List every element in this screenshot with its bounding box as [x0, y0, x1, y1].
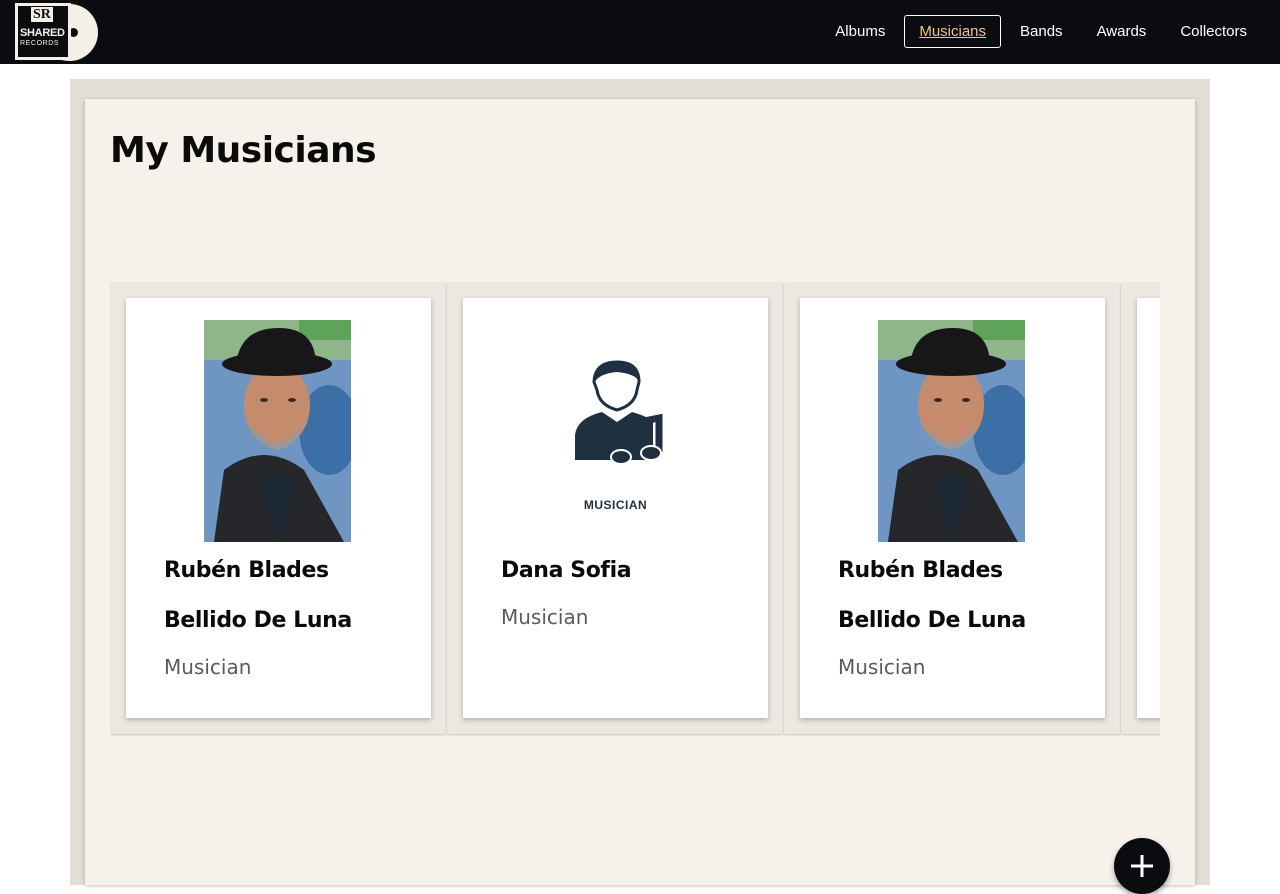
musician-card[interactable]: MUSICIAN Dana Sofia Musician — [463, 298, 768, 718]
nav-link-bands[interactable]: Bands — [1005, 15, 1078, 48]
musician-placeholder-icon — [567, 360, 667, 520]
carousel-slide: MUSICIAN Dana Sofia Musician — [447, 282, 783, 734]
musician-name: Rubén Blades Bellido De Luna — [164, 558, 352, 633]
plus-icon — [1131, 855, 1153, 877]
placeholder-label: MUSICIAN — [583, 498, 648, 512]
musicians-carousel[interactable]: Rubén Blades Bellido De Luna Musician MU… — [110, 282, 1160, 736]
logo-mark: SR — [31, 7, 53, 22]
carousel-slide: Rubén Blades Bellido De Luna Musician — [784, 282, 1120, 734]
musician-card[interactable] — [1137, 298, 1160, 718]
musician-card[interactable]: Rubén Blades Bellido De Luna Musician — [126, 298, 431, 718]
logo-name: SHARED — [20, 27, 65, 39]
nav-links: Albums Musicians Bands Awards Collectors — [816, 15, 1262, 48]
musician-name: Dana Sofia — [501, 558, 632, 583]
musician-role: Musician — [838, 655, 926, 679]
musician-name: Rubén Blades Bellido De Luna — [838, 558, 1026, 633]
musician-role: Musician — [164, 655, 252, 679]
top-navbar: SR SHARED RECORDS Albums Musicians Bands… — [0, 0, 1280, 64]
musician-role: Musician — [501, 605, 589, 629]
add-musician-button[interactable] — [1114, 838, 1170, 894]
musician-photo — [204, 320, 351, 542]
nav-link-albums[interactable]: Albums — [820, 15, 900, 48]
nav-link-musicians[interactable]: Musicians — [904, 15, 1002, 48]
page-title: My Musicians — [110, 130, 377, 171]
logo-sub: RECORDS — [20, 40, 60, 47]
musician-photo — [878, 320, 1025, 542]
nav-link-awards[interactable]: Awards — [1082, 15, 1162, 48]
carousel-slide: Rubén Blades Bellido De Luna Musician — [110, 282, 446, 734]
carousel-slide — [1121, 282, 1160, 734]
shared-records-logo[interactable]: SR SHARED RECORDS — [15, 3, 99, 61]
nav-link-collectors[interactable]: Collectors — [1165, 15, 1262, 48]
musician-card[interactable]: Rubén Blades Bellido De Luna Musician — [800, 298, 1105, 718]
